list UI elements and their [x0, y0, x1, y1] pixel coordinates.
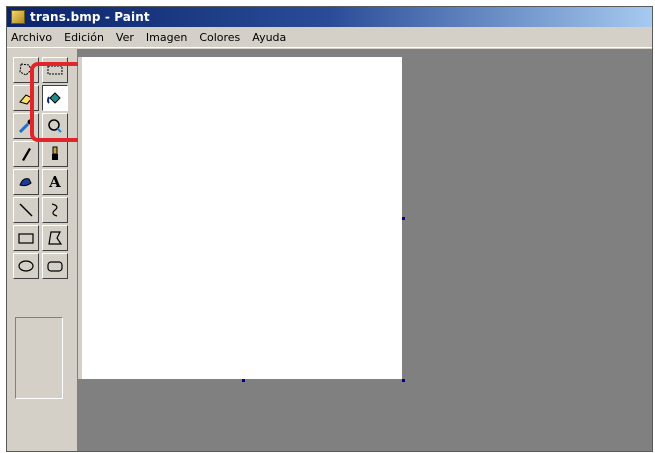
- menu-bar: Archivo Edición Ver Imagen Colores Ayuda: [7, 27, 652, 48]
- paint-app-icon[interactable]: [11, 10, 25, 24]
- brush-icon: [52, 146, 58, 160]
- free-form-select-icon: [19, 63, 32, 76]
- menu-ver[interactable]: Ver: [110, 31, 140, 44]
- airbrush-tool[interactable]: [13, 169, 39, 195]
- resize-handle-corner[interactable]: [402, 379, 405, 382]
- menu-imagen[interactable]: Imagen: [140, 31, 193, 44]
- pencil-tool[interactable]: [13, 141, 39, 167]
- resize-handle-right[interactable]: [402, 217, 405, 220]
- resize-handle-bottom[interactable]: [242, 379, 245, 382]
- title-bar[interactable]: trans.bmp - Paint: [7, 7, 652, 27]
- menu-archivo[interactable]: Archivo: [7, 31, 58, 44]
- rectangle-icon: [18, 233, 34, 244]
- polygon-tool[interactable]: [42, 225, 68, 251]
- line-icon: [19, 203, 33, 217]
- rectangle-select-tool[interactable]: [42, 57, 68, 83]
- paint-window: trans.bmp - Paint Archivo Edición Ver Im…: [6, 6, 653, 452]
- fill-bucket-tool[interactable]: [42, 85, 68, 111]
- text-tool[interactable]: A: [42, 169, 68, 195]
- brush-tool[interactable]: [42, 141, 68, 167]
- menu-colores[interactable]: Colores: [193, 31, 246, 44]
- rectangle-select-icon: [47, 65, 63, 75]
- rounded-rectangle-tool[interactable]: [42, 253, 68, 279]
- magnifier-icon: [48, 119, 62, 133]
- ellipse-tool[interactable]: [13, 253, 39, 279]
- menu-edicion[interactable]: Edición: [58, 31, 110, 44]
- drawing-workspace[interactable]: [78, 49, 652, 451]
- fill-bucket-icon: [47, 92, 61, 104]
- window-title: trans.bmp - Paint: [30, 10, 150, 24]
- tool-box: A: [7, 49, 78, 451]
- curve-tool[interactable]: [42, 197, 68, 223]
- color-picker-icon: [18, 119, 33, 134]
- tool-options-box[interactable]: [15, 317, 63, 399]
- eraser-icon: [19, 94, 33, 105]
- rectangle-tool[interactable]: [13, 225, 39, 251]
- rounded-rectangle-icon: [47, 261, 63, 272]
- color-picker-tool[interactable]: [13, 113, 39, 139]
- airbrush-icon: [19, 178, 32, 187]
- tool-grid: A: [13, 57, 68, 279]
- text-tool-icon: A: [49, 173, 61, 191]
- drawing-canvas[interactable]: [82, 57, 402, 379]
- curve-icon: [51, 203, 58, 217]
- eraser-tool[interactable]: [13, 85, 39, 111]
- line-tool[interactable]: [13, 197, 39, 223]
- menu-ayuda[interactable]: Ayuda: [246, 31, 292, 44]
- polygon-icon: [48, 231, 63, 245]
- ellipse-icon: [18, 260, 34, 272]
- magnifier-tool[interactable]: [42, 113, 68, 139]
- free-form-select-tool[interactable]: [13, 57, 39, 83]
- pencil-icon: [22, 148, 31, 161]
